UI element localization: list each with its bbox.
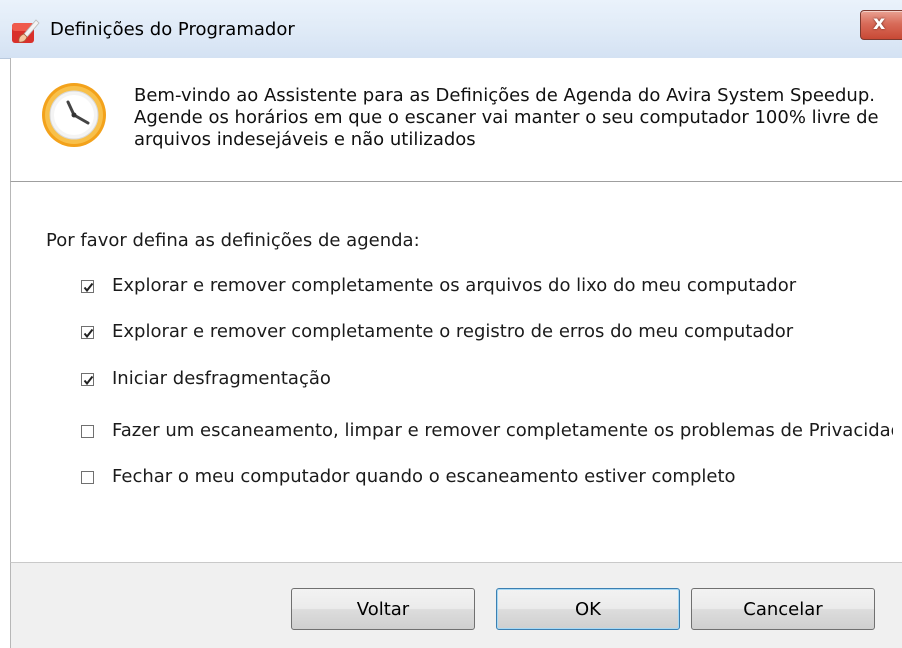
schedule-prompt: Por favor defina as definições de agenda… bbox=[46, 230, 420, 251]
clock-icon bbox=[39, 78, 109, 152]
option-label: Explorar e remover completamente os arqu… bbox=[112, 275, 797, 296]
header-panel: Bem-vindo ao Assistente para as Definiçõ… bbox=[10, 58, 902, 182]
option-clean-junk[interactable]: Explorar e remover completamente os arqu… bbox=[81, 275, 902, 299]
option-label: Fazer um escaneamento, limpar e remover … bbox=[112, 420, 893, 441]
back-button[interactable]: Voltar bbox=[291, 588, 475, 630]
close-icon: x bbox=[873, 12, 886, 34]
close-button[interactable]: x bbox=[860, 10, 902, 40]
option-label: Fechar o meu computador quando o escanea… bbox=[112, 466, 736, 487]
checkbox-registry-errors[interactable] bbox=[81, 326, 94, 339]
option-shutdown[interactable]: Fechar o meu computador quando o escanea… bbox=[81, 466, 902, 490]
option-label: Iniciar desfragmentação bbox=[112, 368, 331, 389]
option-defrag[interactable]: Iniciar desfragmentação bbox=[81, 368, 902, 392]
option-privacy[interactable]: Fazer um escaneamento, limpar e remover … bbox=[81, 420, 893, 444]
option-label: Explorar e remover completamente o regis… bbox=[112, 321, 794, 342]
app-brush-icon bbox=[10, 18, 40, 48]
title-bar: Definições do Programador x bbox=[0, 0, 902, 59]
welcome-text: Bem-vindo ao Assistente para as Definiçõ… bbox=[134, 85, 879, 150]
button-bar: Voltar OK Cancelar bbox=[10, 562, 902, 648]
option-registry-errors[interactable]: Explorar e remover completamente o regis… bbox=[81, 321, 902, 345]
checkbox-shutdown[interactable] bbox=[81, 471, 94, 484]
checkbox-privacy[interactable] bbox=[81, 425, 94, 438]
window-title: Definições do Programador bbox=[50, 19, 295, 40]
options-panel: Por favor defina as definições de agenda… bbox=[10, 182, 902, 562]
cancel-button[interactable]: Cancelar bbox=[691, 588, 875, 630]
checkbox-defrag[interactable] bbox=[81, 373, 94, 386]
ok-button[interactable]: OK bbox=[496, 588, 680, 630]
checkbox-clean-junk[interactable] bbox=[81, 280, 94, 293]
